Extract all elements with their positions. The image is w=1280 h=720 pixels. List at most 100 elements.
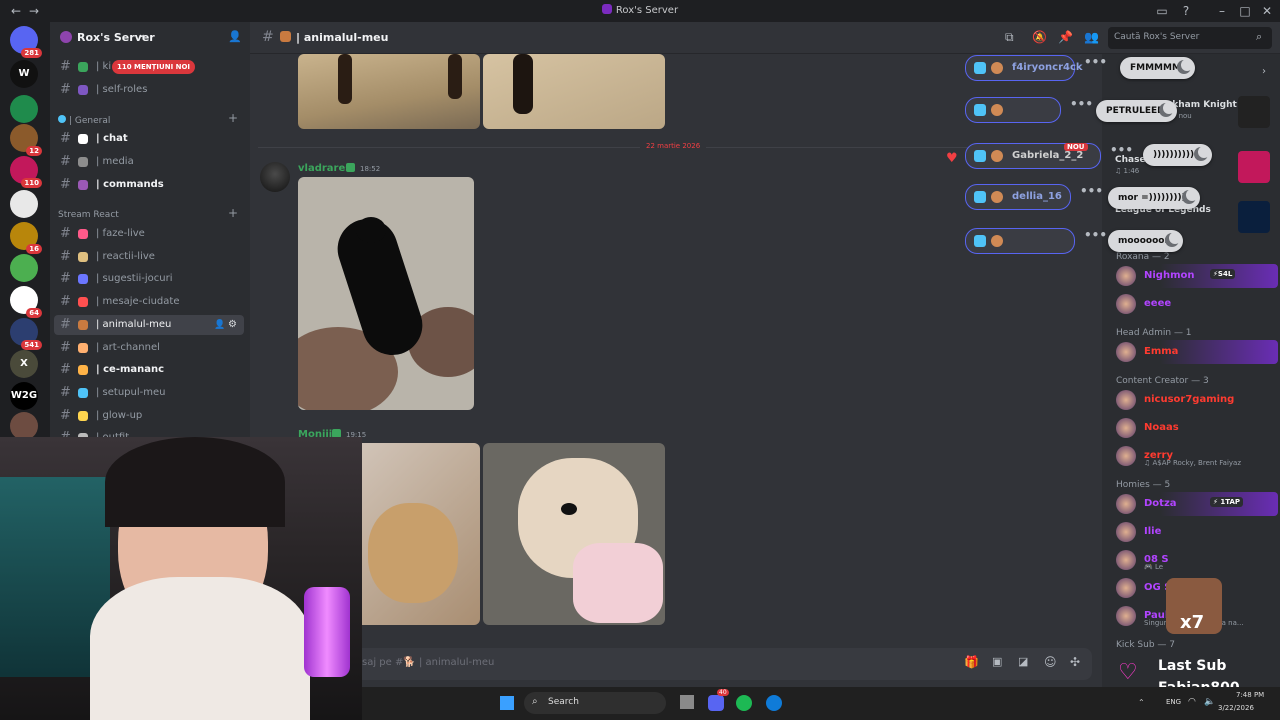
volume-icon[interactable]: 🔈 bbox=[1204, 697, 1215, 707]
edge-icon[interactable] bbox=[766, 695, 782, 711]
spotify-icon[interactable] bbox=[736, 695, 752, 711]
message-composer[interactable]: saj pe #🐕 | animalul-meu 🎁 ▣ ◪ ☺ ✣ bbox=[348, 648, 1092, 680]
server-icon[interactable]: 12 bbox=[10, 124, 42, 156]
reaction-pill[interactable]: ••• bbox=[965, 97, 1093, 123]
file-explorer-icon[interactable] bbox=[680, 695, 694, 709]
message-author[interactable]: vladrares bbox=[298, 163, 351, 174]
hash-icon: # bbox=[60, 271, 71, 287]
channel-item[interactable]: # | sugestii-jocuri bbox=[54, 269, 244, 289]
channel-item[interactable]: # | mesaje-ciudate bbox=[54, 292, 244, 312]
clock-date[interactable]: 3/22/2026 bbox=[1218, 704, 1254, 712]
member-row[interactable]: nicusor7gaming bbox=[1110, 388, 1278, 412]
gift-icon[interactable]: 🎁 bbox=[964, 655, 979, 669]
channel-item[interactable]: # | art-channel bbox=[54, 338, 244, 358]
reaction-pill[interactable]: dellia_16 ••• bbox=[965, 184, 1103, 210]
reaction-pill[interactable]: ••• bbox=[965, 228, 1107, 254]
add-channel-icon[interactable]: + bbox=[228, 206, 238, 220]
sticker-icon[interactable]: ◪ bbox=[1018, 655, 1028, 668]
server-icon[interactable]: W2G bbox=[10, 382, 38, 410]
pin-icon[interactable]: 📌 bbox=[1058, 30, 1073, 44]
server-badge: 281 bbox=[21, 48, 42, 58]
member-row[interactable]: zerry ♫ A$AP Rocky, Brent Faiyaz bbox=[1110, 444, 1278, 468]
tray-chevron-icon[interactable]: ⌃ bbox=[1138, 698, 1145, 707]
add-member-icon[interactable]: 👤 bbox=[228, 30, 242, 43]
server-icon[interactable] bbox=[10, 412, 38, 440]
close-icon[interactable]: ✕ bbox=[1259, 3, 1275, 19]
channel-item[interactable]: # | chat bbox=[54, 129, 244, 149]
clock-time[interactable]: 7:48 PM bbox=[1236, 691, 1264, 699]
member-name: Ilie bbox=[1144, 526, 1162, 537]
reaction-pill[interactable]: f4iryoncr4ck ••• bbox=[965, 55, 1107, 81]
wifi-icon[interactable]: ◠ bbox=[1188, 697, 1196, 707]
server-header[interactable]: Rox's Server ⌄ 👤 bbox=[50, 22, 250, 54]
server-icon[interactable]: 16 bbox=[10, 222, 42, 254]
server-icon[interactable] bbox=[10, 95, 38, 123]
more-options-icon[interactable]: ••• bbox=[1084, 223, 1107, 247]
member-row[interactable]: Nighmon ⚡S4L bbox=[1110, 264, 1278, 288]
channel-name: | media bbox=[96, 156, 134, 167]
server-icon[interactable]: 110 bbox=[10, 156, 42, 188]
language-indicator[interactable]: ENG bbox=[1166, 698, 1181, 706]
member-row[interactable]: eeee bbox=[1110, 292, 1278, 316]
help-icon[interactable]: ? bbox=[1178, 3, 1194, 19]
emoji-icon[interactable]: ☺ bbox=[1044, 655, 1057, 669]
more-options-icon[interactable]: ••• bbox=[1110, 138, 1133, 162]
dog-photo-4[interactable] bbox=[483, 443, 665, 625]
server-icon[interactable]: 64 bbox=[10, 286, 42, 318]
member-row[interactable]: 08 S 🎮 Le bbox=[1110, 548, 1278, 572]
server-icon[interactable]: W bbox=[10, 60, 38, 88]
cat-photo[interactable] bbox=[298, 177, 474, 410]
minimize-icon[interactable]: – bbox=[1214, 3, 1230, 19]
taskbar-search[interactable]: ⌕ Search bbox=[524, 692, 666, 714]
channel-item[interactable]: # | media bbox=[54, 152, 244, 172]
channel-item[interactable]: # | commands bbox=[54, 175, 244, 195]
add-channel-icon[interactable]: + bbox=[228, 111, 238, 125]
server-icon[interactable]: 281 bbox=[10, 26, 42, 58]
channel-item[interactable]: # | glow-up bbox=[54, 406, 244, 426]
more-options-icon[interactable]: ••• bbox=[1084, 50, 1107, 74]
member-row[interactable]: Noaas bbox=[1110, 416, 1278, 440]
more-options-icon[interactable]: ••• bbox=[1080, 179, 1103, 203]
server-icon[interactable] bbox=[10, 254, 38, 282]
maximize-icon[interactable]: □ bbox=[1237, 3, 1253, 19]
dog-photo-1[interactable] bbox=[298, 54, 480, 129]
mentions-badge[interactable]: 110 MENȚIUNI NOI bbox=[112, 60, 196, 74]
channel-item[interactable]: # | setupul-meu bbox=[54, 383, 244, 403]
member-row[interactable]: Dotza ⚡ 1TAP bbox=[1110, 492, 1278, 516]
server-label: X bbox=[20, 358, 28, 369]
gif-icon[interactable]: ▣ bbox=[992, 655, 1002, 668]
server-icon[interactable] bbox=[10, 190, 38, 218]
channel-item[interactable]: # | ce-mananc bbox=[54, 360, 244, 380]
hash-icon: # bbox=[60, 226, 71, 241]
channel-emoji-icon bbox=[78, 251, 88, 262]
member-row[interactable]: Ilie bbox=[1110, 520, 1278, 544]
server-icon[interactable]: 541 bbox=[10, 318, 42, 350]
mute-bell-icon[interactable]: 🔕 bbox=[1032, 30, 1047, 44]
chevron-right-icon[interactable]: › bbox=[1262, 66, 1266, 77]
channel-item[interactable]: # | reactii-live bbox=[54, 247, 244, 267]
hash-icon: # bbox=[60, 177, 71, 192]
member-row[interactable]: Emma bbox=[1110, 340, 1278, 364]
server-icon[interactable]: X bbox=[10, 350, 38, 378]
title-bar: ← → Rox's Server ▭ ? – □ ✕ bbox=[0, 0, 1280, 22]
moon-icon bbox=[1181, 189, 1198, 204]
channel-item[interactable]: # | self-roles bbox=[54, 80, 244, 100]
category-label: Stream React bbox=[58, 210, 119, 220]
dog-photo-2[interactable] bbox=[483, 54, 665, 129]
avatar[interactable] bbox=[260, 162, 290, 192]
channel-item[interactable]: # | faze-live bbox=[54, 224, 244, 244]
apps-icon[interactable]: ✣ bbox=[1070, 655, 1080, 669]
discord-taskbar-icon[interactable]: 40 bbox=[708, 689, 729, 711]
windows-start-icon[interactable] bbox=[500, 696, 514, 710]
channel-item[interactable]: # | ki 110 MENȚIUNI NOI bbox=[54, 57, 244, 77]
invite-icon[interactable]: 👤 bbox=[214, 315, 225, 335]
channel-item[interactable]: # | animalul-meu 👤 ⚙ bbox=[54, 314, 244, 335]
category-general[interactable]: | General bbox=[58, 115, 110, 126]
threads-icon[interactable]: ⧉ bbox=[1005, 30, 1014, 45]
inbox-icon[interactable]: ▭ bbox=[1154, 3, 1170, 19]
member-list-icon[interactable]: 👥 bbox=[1084, 30, 1099, 44]
category-stream-react[interactable]: Stream React bbox=[58, 210, 119, 220]
more-options-icon[interactable]: ••• bbox=[1070, 92, 1093, 116]
settings-gear-icon[interactable]: ⚙ bbox=[228, 315, 237, 335]
search-input[interactable]: Caută Rox's Server ⌕ bbox=[1108, 27, 1272, 49]
